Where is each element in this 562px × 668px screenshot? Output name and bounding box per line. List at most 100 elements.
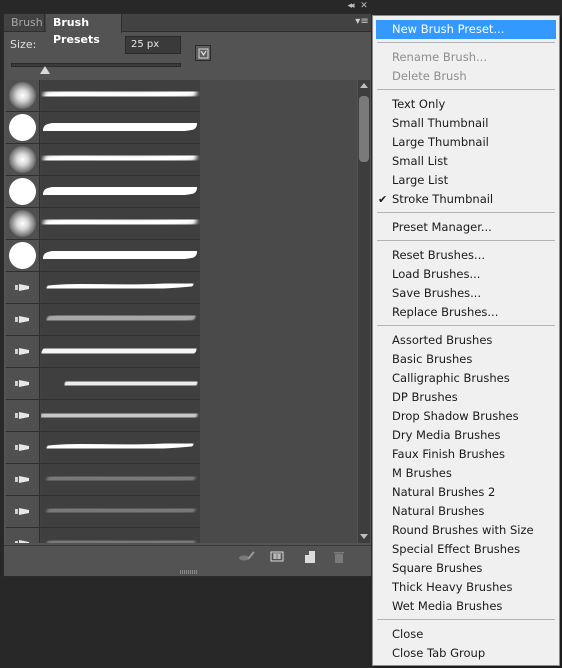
menu-item[interactable]: Load Brushes...	[376, 265, 556, 284]
brush-preset-row[interactable]	[6, 432, 200, 464]
menu-item-label: Calligraphic Brushes	[392, 371, 510, 385]
menu-item-label: Close Tab Group	[392, 646, 486, 660]
brush-thumbnail	[6, 144, 40, 175]
scroll-down-arrow-icon[interactable]	[360, 534, 368, 539]
menu-item[interactable]: M Brushes	[376, 464, 556, 483]
brush-stroke-preview	[41, 272, 200, 303]
brush-stroke-preview	[41, 496, 200, 527]
brush-preset-row[interactable]	[6, 176, 200, 208]
brush-preset-row[interactable]	[6, 144, 200, 176]
size-slider-track[interactable]	[11, 63, 181, 67]
menu-item-label: Faux Finish Brushes	[392, 447, 506, 461]
brush-stroke-preview	[41, 240, 200, 271]
brush-preset-row[interactable]	[6, 368, 200, 400]
tab-brush-presets[interactable]: Brush Presets	[46, 14, 122, 46]
menu-item[interactable]: Square Brushes	[376, 559, 556, 578]
brush-settings-button[interactable]	[195, 45, 211, 61]
menu-item-label: Small Thumbnail	[392, 116, 489, 130]
brush-preset-row[interactable]	[6, 304, 200, 336]
menu-separator	[377, 619, 555, 620]
panel-resize-grip[interactable]	[180, 570, 198, 574]
new-preset-icon	[305, 551, 315, 563]
menu-item-label: Load Brushes...	[392, 267, 481, 281]
toggle-brush-panel-button[interactable]	[238, 549, 256, 565]
menu-item[interactable]: Round Brushes with Size	[376, 521, 556, 540]
menu-item[interactable]: Text Only	[376, 95, 556, 114]
scrollbar-thumb[interactable]	[359, 96, 369, 162]
hard-round-brush-icon	[9, 178, 36, 205]
menu-item-label: Reset Brushes...	[392, 248, 485, 262]
brush-thumbnail	[6, 496, 40, 527]
scroll-up-arrow-icon[interactable]	[360, 83, 368, 88]
menu-item[interactable]: Calligraphic Brushes	[376, 369, 556, 388]
menu-item[interactable]: ✔ Stroke Thumbnail	[376, 190, 556, 209]
brush-thumbnail	[6, 336, 40, 367]
menu-item-label: Natural Brushes	[392, 504, 485, 518]
menu-separator	[377, 240, 555, 241]
menu-item[interactable]: Save Brushes...	[376, 284, 556, 303]
menu-separator	[377, 325, 555, 326]
menu-item[interactable]: Natural Brushes	[376, 502, 556, 521]
brush-preset-row[interactable]	[6, 240, 200, 272]
brush-preset-row[interactable]	[6, 208, 200, 240]
menu-item[interactable]: Close Tab Group	[376, 644, 556, 663]
menu-item[interactable]: Thick Heavy Brushes	[376, 578, 556, 597]
menu-item: Delete Brush	[376, 67, 556, 86]
menu-item[interactable]: Natural Brushes 2	[376, 483, 556, 502]
brush-preset-row[interactable]	[6, 496, 200, 528]
menu-item[interactable]: DP Brushes	[376, 388, 556, 407]
tab-brush[interactable]: Brush	[4, 14, 45, 32]
menu-item[interactable]: Small Thumbnail	[376, 114, 556, 133]
panel-bottom-bar	[4, 545, 371, 567]
brush-thumbnail	[6, 112, 40, 143]
soft-round-brush-icon	[9, 82, 36, 109]
menu-item[interactable]: Wet Media Brushes	[376, 597, 556, 616]
size-slider-thumb[interactable]	[40, 66, 50, 74]
menu-item[interactable]: Drop Shadow Brushes	[376, 407, 556, 426]
panel-menu-button[interactable]: ▾≡	[355, 16, 369, 28]
menu-item-label: New Brush Preset...	[392, 22, 505, 36]
menu-item[interactable]: Large List	[376, 171, 556, 190]
menu-item[interactable]: Large Thumbnail	[376, 133, 556, 152]
menu-item[interactable]: Preset Manager...	[376, 218, 556, 237]
soft-round-brush-icon	[9, 146, 36, 173]
menu-item[interactable]: New Brush Preset...	[376, 20, 556, 39]
size-input[interactable]: 25 px	[125, 36, 181, 54]
brush-tip-icon	[15, 540, 29, 543]
menu-item-label: Wet Media Brushes	[392, 599, 503, 613]
brush-stroke-preview	[41, 176, 200, 207]
brush-preset-row[interactable]	[6, 528, 200, 543]
brush-preset-row[interactable]	[6, 400, 200, 432]
menu-item[interactable]: Replace Brushes...	[376, 303, 556, 322]
grid-button[interactable]	[268, 549, 286, 565]
brush-preset-row[interactable]	[6, 464, 200, 496]
new-preset-button[interactable]	[301, 549, 319, 565]
brush-thumbnail	[6, 304, 40, 335]
menu-item[interactable]: Faux Finish Brushes	[376, 445, 556, 464]
panel-tab-bar: Brush Brush Presets ▾≡	[4, 14, 371, 46]
menu-item-label: Close	[392, 627, 424, 641]
brush-tip-icon	[15, 412, 29, 419]
menu-item[interactable]: Assorted Brushes	[376, 331, 556, 350]
menu-item-label: Square Brushes	[392, 561, 483, 575]
brush-tip-icon	[15, 444, 29, 451]
menu-item[interactable]: Special Effect Brushes	[376, 540, 556, 559]
brush-presets-panel: Brush Brush Presets ▾≡ Size: 25 px	[3, 13, 372, 577]
vertical-scrollbar[interactable]	[358, 80, 370, 543]
brush-preset-row[interactable]	[6, 112, 200, 144]
menu-item[interactable]: Basic Brushes	[376, 350, 556, 369]
menu-item-label: Text Only	[392, 97, 446, 111]
menu-item[interactable]: Close	[376, 625, 556, 644]
close-panel-button[interactable]: ✕	[358, 1, 370, 11]
brush-preset-row[interactable]	[6, 336, 200, 368]
delete-preset-button[interactable]	[330, 549, 348, 565]
brush-preset-row[interactable]	[6, 80, 200, 112]
collapse-panel-button[interactable]: ◂◂	[343, 1, 357, 11]
brush-stroke-preview	[41, 208, 200, 239]
brush-thumbnail	[6, 176, 40, 207]
menu-item[interactable]: Small List	[376, 152, 556, 171]
brush-preset-list	[6, 80, 357, 543]
menu-item[interactable]: Dry Media Brushes	[376, 426, 556, 445]
menu-item[interactable]: Reset Brushes...	[376, 246, 556, 265]
brush-preset-row[interactable]	[6, 272, 200, 304]
